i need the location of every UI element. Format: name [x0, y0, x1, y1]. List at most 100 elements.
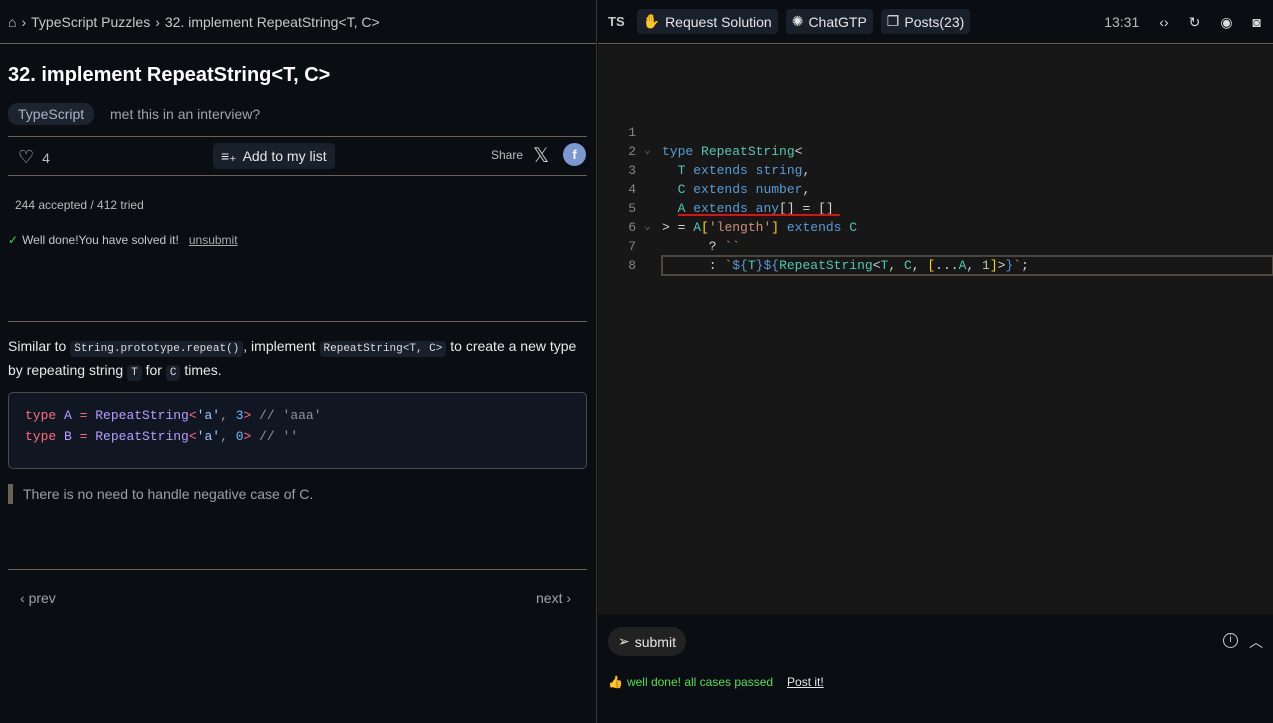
toolbar-right: 13:31 ‹› ↻ ◉ ◙: [1104, 0, 1273, 44]
code-editor[interactable]: 1 2 ⌄ type RepeatString< 3 T extends string,…: [598, 45, 1273, 615]
chevron-left-icon: ‹: [20, 590, 29, 606]
openai-icon: ✺: [791, 13, 804, 29]
code-token: // '': [259, 429, 299, 444]
fold-icon[interactable]: ⌄: [644, 142, 651, 161]
x-twitter-icon[interactable]: 𝕏: [533, 143, 549, 168]
line-number: 4: [628, 182, 636, 197]
code-token: 'length': [708, 220, 772, 235]
breadcrumb-typescript-puzzles[interactable]: TypeScript Puzzles: [31, 14, 150, 30]
home-icon[interactable]: ⌂: [8, 14, 16, 30]
info-icon[interactable]: i: [1223, 633, 1238, 648]
code-token: <: [188, 429, 197, 444]
post-it-link[interactable]: Post it!: [787, 675, 824, 689]
inline-code: C: [165, 365, 181, 381]
line-number: 2: [628, 144, 636, 159]
code-line: ? ``: [662, 237, 740, 256]
chatgtp-button[interactable]: ✺ ChatGTP: [785, 9, 873, 34]
code-token: >: [243, 429, 260, 444]
divider: [8, 569, 587, 570]
editor-line: 7 ? ``: [598, 237, 1273, 256]
code-token: `: [1013, 258, 1022, 273]
prev-link[interactable]: ‹ prev: [20, 590, 56, 606]
code-token: ]: [989, 258, 998, 273]
line-number: 8: [628, 258, 636, 273]
divider: [8, 321, 587, 322]
code-token: type: [25, 408, 65, 423]
problem-description: Similar to String.prototype.repeat(), im…: [8, 338, 577, 381]
solved-text: Well done!You have solved it!: [22, 233, 179, 247]
code-token: T: [677, 163, 694, 178]
editor-panel: TS ✋ Request Solution ✺ ChatGTP ❐ Posts(23)…: [598, 0, 1273, 723]
code-token: ,: [802, 163, 811, 178]
discord-icon[interactable]: ◙: [1253, 14, 1261, 30]
line-number: 6: [628, 220, 636, 235]
submit-bar: ➢ submit i ︿ 👍 well done! all cases passed…: [598, 615, 1273, 723]
example-line: type B = RepeatString<'a', 0> // '': [25, 426, 570, 447]
code-icon[interactable]: ‹›: [1159, 14, 1168, 30]
add-to-list-label: Add to my list: [242, 148, 327, 164]
code-token: ,: [911, 258, 928, 273]
code-token: C: [849, 220, 858, 235]
code-token: ,: [888, 258, 904, 273]
check-icon: ✓: [8, 233, 19, 247]
record-icon[interactable]: ◉: [1220, 14, 1232, 31]
acceptance-stats: 244 accepted / 412 tried: [15, 198, 144, 212]
code-token: ,: [220, 408, 236, 423]
code-token: =: [79, 408, 96, 423]
tag-typescript[interactable]: TypeScript: [8, 103, 95, 125]
code-token: 'a': [196, 429, 221, 444]
error-squiggle: [678, 214, 840, 216]
language-label[interactable]: TS: [608, 14, 625, 29]
editor-line: 8 : `${T}${RepeatString<T, C, [...A, 1]>…: [598, 255, 1273, 276]
heart-icon: ♡: [18, 147, 35, 167]
request-solution-button[interactable]: ✋ Request Solution: [636, 9, 778, 34]
facebook-icon[interactable]: f: [563, 143, 586, 166]
code-token: =: [79, 429, 96, 444]
inline-code: RepeatString<T, C>: [319, 341, 447, 357]
example-line: type A = RepeatString<'a', 3> // 'aaa': [25, 405, 570, 426]
code-token: T: [747, 258, 756, 273]
like-button[interactable]: ♡ 4: [18, 147, 50, 168]
code-token: ``: [724, 239, 741, 254]
code-token: ,: [802, 182, 811, 197]
code-token: <: [188, 408, 197, 423]
met-in-interview-link[interactable]: met this in an interview?: [110, 106, 260, 122]
code-token: extends: [693, 182, 756, 197]
code-token: <: [794, 144, 803, 159]
code-token: extends: [779, 220, 850, 235]
code-token: // 'aaa': [259, 408, 322, 423]
code-token: ,: [220, 429, 236, 444]
code-token: extends: [693, 163, 756, 178]
code-line: C extends number,: [662, 180, 811, 199]
code-line: : `${T}${RepeatString<T, C, [...A, 1]>}`…: [661, 255, 1273, 276]
code-token: 3: [235, 408, 244, 423]
reset-icon[interactable]: ↻: [1189, 14, 1201, 31]
code-token: string: [755, 163, 803, 178]
code-token: <: [872, 258, 881, 273]
code-token: A: [693, 220, 702, 235]
code-token: RepeatString: [779, 258, 873, 273]
editor-line: 4 C extends number,: [598, 180, 1273, 199]
send-icon: ➢: [618, 633, 630, 649]
test-result: 👍 well done! all cases passed Post it!: [608, 675, 824, 689]
code-token: ${: [732, 258, 748, 273]
code-token: type: [662, 144, 702, 159]
comments-icon: ❐: [886, 13, 900, 29]
chevron-up-icon[interactable]: ︿: [1249, 632, 1263, 652]
submit-button[interactable]: ➢ submit: [608, 627, 686, 656]
unsubmit-link[interactable]: unsubmit: [189, 233, 238, 247]
code-token: B: [64, 429, 80, 444]
line-number: 7: [628, 239, 636, 254]
next-link[interactable]: next ›: [536, 590, 571, 606]
code-token: type: [25, 429, 65, 444]
like-count: 4: [42, 149, 50, 166]
add-to-list-button[interactable]: ≡₊ Add to my list: [213, 143, 335, 169]
divider: [8, 175, 587, 176]
playlist-add-icon: ≡₊: [221, 147, 237, 164]
posts-button[interactable]: ❐ Posts(23): [880, 9, 971, 34]
fold-icon[interactable]: ⌄: [644, 218, 651, 237]
timer[interactable]: 13:31: [1104, 14, 1139, 30]
